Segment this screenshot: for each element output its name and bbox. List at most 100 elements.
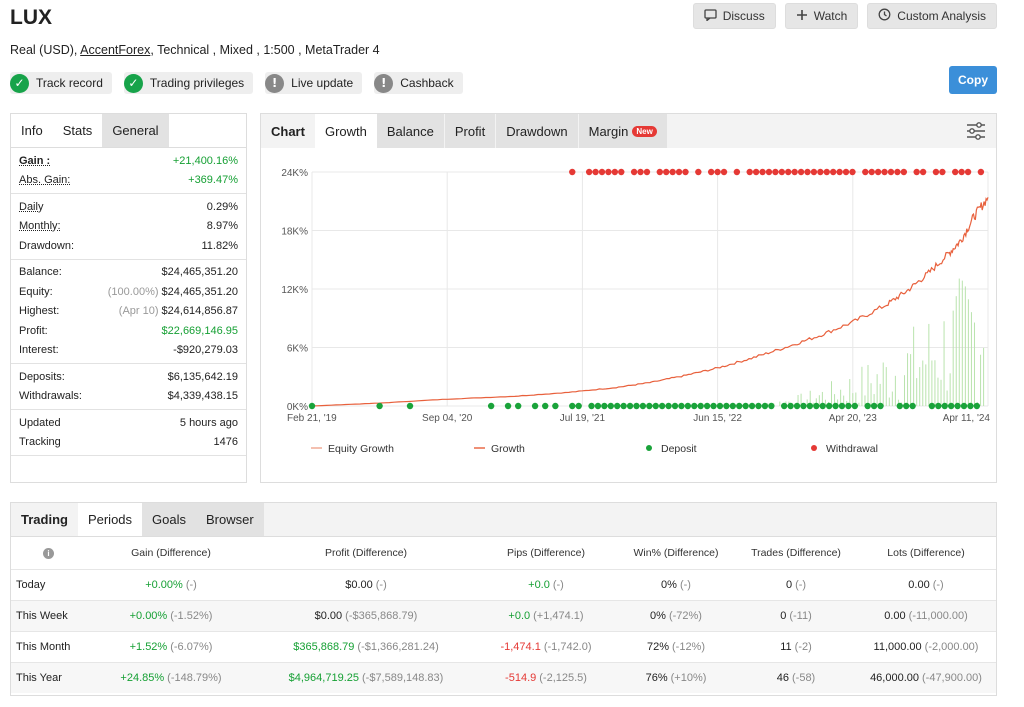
table-cell: +1.52% (-6.07%) — [86, 630, 256, 662]
cell-value: 46,000.00 — [870, 671, 919, 684]
tab-trading[interactable]: Trading — [11, 503, 78, 536]
stat-value: $4,339,438.15 — [168, 390, 238, 402]
stat-row: Equity: (100.00%) $24,465,351.20 — [19, 282, 238, 302]
chart-panel: Chart Growth Balance Profit Drawdown Mar… — [260, 113, 997, 483]
account-type: Real (USD), — [10, 43, 78, 57]
stat-amount: $24,465,351.20 — [161, 266, 238, 279]
info-icon[interactable]: i — [43, 547, 54, 559]
x-tick-label: Apr 20, '23 — [829, 413, 877, 424]
table-cell: 76% (+10%) — [616, 661, 736, 693]
table-cell: $0.00 (-$365,868.79) — [256, 599, 476, 631]
badge-cashback[interactable]: ! Cashback — [374, 72, 463, 94]
cell-difference: (-12%) — [672, 640, 706, 653]
withdrawal-marker — [849, 168, 856, 176]
deposit-marker — [697, 402, 704, 410]
cell-difference: (-) — [185, 578, 197, 591]
tab-profit[interactable]: Profit — [444, 114, 496, 148]
withdrawal-marker — [817, 168, 824, 176]
periods-table: i Gain (Difference) Profit (Difference) … — [11, 537, 996, 693]
discuss-button[interactable]: Discuss — [692, 3, 776, 29]
cell-difference: (-2) — [794, 640, 812, 653]
sliders-icon[interactable] — [966, 122, 986, 140]
stat-row: Drawdown: 11.82% — [19, 236, 238, 256]
deposit-marker — [588, 402, 595, 410]
stat-value: (100.00%) $24,465,351.20 — [108, 286, 238, 298]
custom-analysis-button[interactable]: Custom Analysis — [867, 3, 997, 29]
cell-difference: (-1,742.0) — [543, 640, 592, 653]
cell-difference: (+1,474.1) — [533, 609, 584, 622]
table-cell: +0.0 (+1,474.1) — [476, 599, 616, 631]
badge-label: Trading privileges — [149, 76, 245, 90]
withdrawal-marker — [569, 168, 576, 176]
tab-balance[interactable]: Balance — [376, 114, 444, 148]
cell-difference: (-$365,868.79) — [345, 609, 418, 622]
stat-label: Monthly: — [19, 220, 61, 233]
tab-margin[interactable]: Margin New — [578, 114, 667, 148]
withdrawal-marker — [785, 168, 792, 176]
header-actions: Discuss Watch Custom Analysis — [692, 3, 997, 29]
withdrawal-marker — [637, 168, 644, 176]
deposit-marker — [514, 402, 522, 410]
table-cell: +0.0 (-) — [476, 568, 616, 600]
table-cell: 46,000.00 (-47,900.00) — [856, 661, 996, 693]
cell-difference: (-) — [375, 578, 387, 591]
withdrawal-marker — [964, 168, 972, 176]
deposit-marker — [825, 402, 833, 410]
account-details: , Technical , Mixed , 1:500 , MetaTrader… — [150, 43, 380, 57]
tab-drawdown[interactable]: Drawdown — [496, 114, 578, 148]
tab-chart[interactable]: Chart — [261, 114, 315, 148]
deposit-marker — [504, 402, 512, 410]
withdrawal-marker — [592, 168, 599, 176]
stat-value: $24,465,351.20 — [162, 266, 238, 278]
tab-stats[interactable]: Stats — [52, 114, 103, 147]
cell-value: +0.0 — [508, 609, 531, 622]
stat-amount: -$920,279.03 — [173, 344, 238, 357]
deposit-marker — [575, 402, 582, 410]
cell-value: 0 — [785, 578, 793, 591]
withdrawal-marker — [894, 168, 901, 176]
table-cell: 11,000.00 (-2,000.00) — [856, 630, 996, 662]
stat-label: Daily — [19, 200, 44, 213]
badge-track-record[interactable]: ✓ Track record — [10, 72, 112, 94]
stat-row: Abs. Gain: +369.47% — [19, 171, 238, 191]
tab-browser[interactable]: Browser — [196, 503, 264, 536]
deposit-marker — [967, 402, 974, 410]
withdrawal-marker — [752, 168, 760, 176]
periods-tabs: Trading Periods Goals Browser — [11, 503, 996, 537]
stat-row: Daily 0.29% — [19, 197, 238, 217]
tab-info[interactable]: Info — [11, 114, 53, 147]
copy-button[interactable]: Copy — [949, 66, 997, 94]
table-cell: 0 (-) — [736, 568, 856, 600]
cell-difference: (-148.79%) — [167, 671, 222, 684]
tab-growth[interactable]: Growth — [314, 114, 377, 148]
cell-difference: (-) — [679, 578, 691, 591]
stat-amount: 11.82% — [201, 239, 239, 252]
y-tick-label: 12K% — [281, 285, 308, 296]
tab-general[interactable]: General — [102, 114, 169, 147]
deposit-marker — [601, 402, 608, 410]
deposit-marker — [877, 402, 884, 410]
deposit-marker — [793, 402, 801, 410]
deposit-marker — [819, 402, 826, 410]
deposit-marker — [761, 402, 769, 410]
stat-label: Withdrawals: — [19, 390, 82, 403]
deposit-marker — [678, 402, 685, 410]
badge-live-update[interactable]: ! Live update — [265, 72, 363, 94]
withdrawal-marker — [720, 168, 728, 176]
stat-row: Balance: $24,465,351.20 — [19, 263, 238, 283]
badge-trading-privileges[interactable]: ✓ Trading privileges — [123, 72, 254, 94]
stat-row: Profit: $22,669,146.95 — [19, 321, 238, 341]
table-cell: +0.00% (-1.52%) — [86, 599, 256, 631]
withdrawal-marker — [778, 168, 786, 176]
watch-button[interactable]: Watch — [784, 3, 859, 29]
stat-value: 1476 — [214, 436, 238, 448]
deposit-marker — [684, 402, 692, 410]
broker-link[interactable]: AccentForex — [80, 43, 150, 57]
y-tick-label: 24K% — [281, 168, 308, 179]
withdrawal-marker — [874, 168, 882, 176]
cell-value: $0.00 — [345, 578, 373, 591]
page-title: LUX — [10, 6, 52, 29]
stat-label: Drawdown: — [19, 239, 75, 252]
tab-periods[interactable]: Periods — [77, 503, 143, 536]
tab-goals[interactable]: Goals — [142, 503, 196, 536]
